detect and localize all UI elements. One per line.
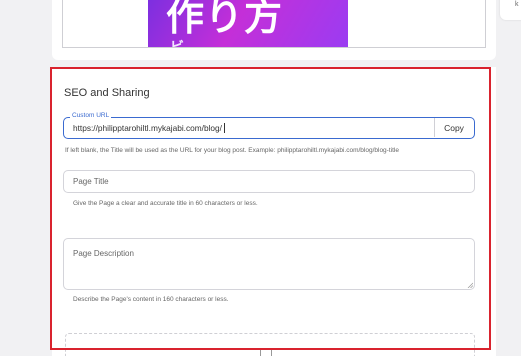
text-caret (223, 123, 225, 133)
page-title-input[interactable] (63, 170, 475, 193)
featured-image-subtext: ビ (170, 40, 184, 48)
custom-url-value[interactable]: https://philipptarohiltl.mykajabi.com/bl… (73, 123, 225, 133)
custom-url-text: https://philipptarohiltl.mykajabi.com/bl… (73, 123, 222, 133)
page-title-hint: Give the Page a clear and accurate title… (73, 200, 258, 207)
page-title-placeholder: Page Title (73, 177, 109, 186)
seo-sharing-card (52, 67, 496, 356)
image-upload-icon (260, 348, 272, 356)
featured-image-text: 作り方 (166, 0, 284, 39)
side-panel-text: k (515, 1, 519, 8)
featured-image-card: 作り方 ビ (52, 0, 496, 60)
page-description-textarea[interactable] (63, 238, 475, 290)
featured-image: 作り方 ビ (148, 0, 348, 48)
custom-url-hint: If left blank, the Title will be used as… (65, 147, 399, 154)
section-title: SEO and Sharing (64, 87, 150, 99)
page-description-hint: Describe the Page's content in 160 chara… (73, 296, 229, 303)
page-description-placeholder: Page Description (73, 249, 134, 258)
featured-image-frame[interactable]: 作り方 ビ (62, 0, 486, 48)
copy-button[interactable]: Copy (435, 118, 473, 137)
resize-handle-icon[interactable] (467, 282, 473, 288)
custom-url-label: Custom URL (70, 111, 112, 120)
